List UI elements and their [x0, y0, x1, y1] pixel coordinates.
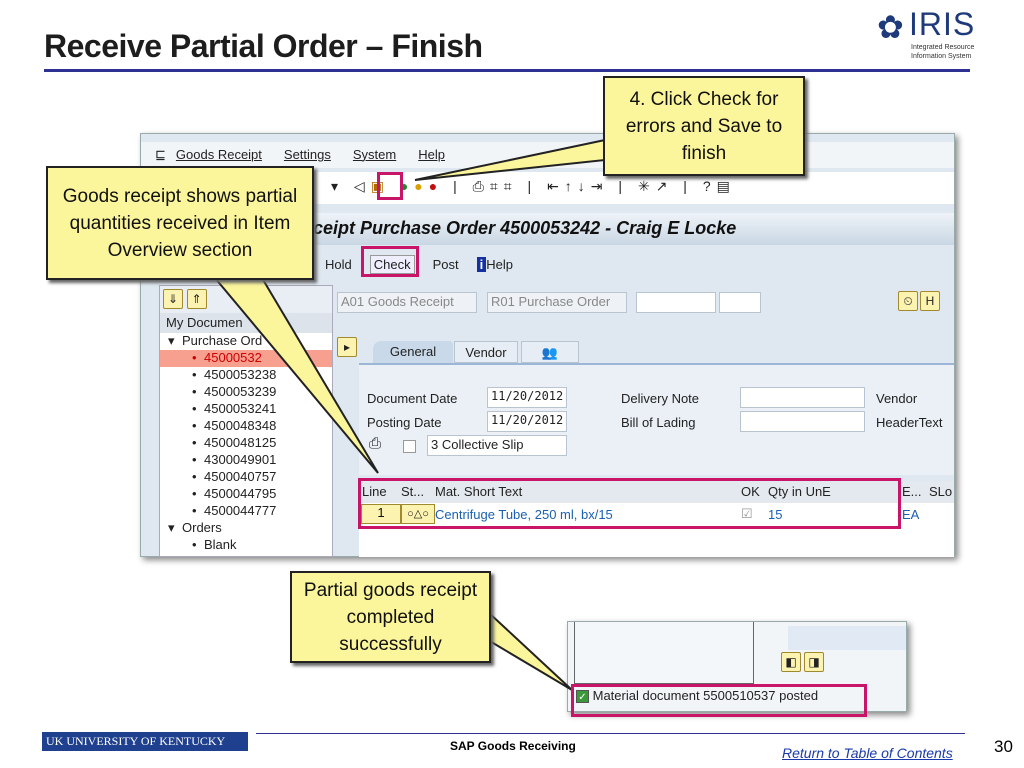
pointer-bottom	[487, 609, 573, 691]
callout-left: Goods receipt shows partial quantities r…	[46, 166, 314, 280]
status-highlight	[571, 684, 867, 717]
pointer-top	[414, 138, 606, 181]
callout-bottom: Partial goods receipt completed successf…	[290, 571, 491, 663]
callout-top: 4. Click Check for errors and Save to fi…	[603, 76, 805, 176]
pointer-left	[212, 277, 379, 474]
callout-pointers	[212, 138, 606, 691]
